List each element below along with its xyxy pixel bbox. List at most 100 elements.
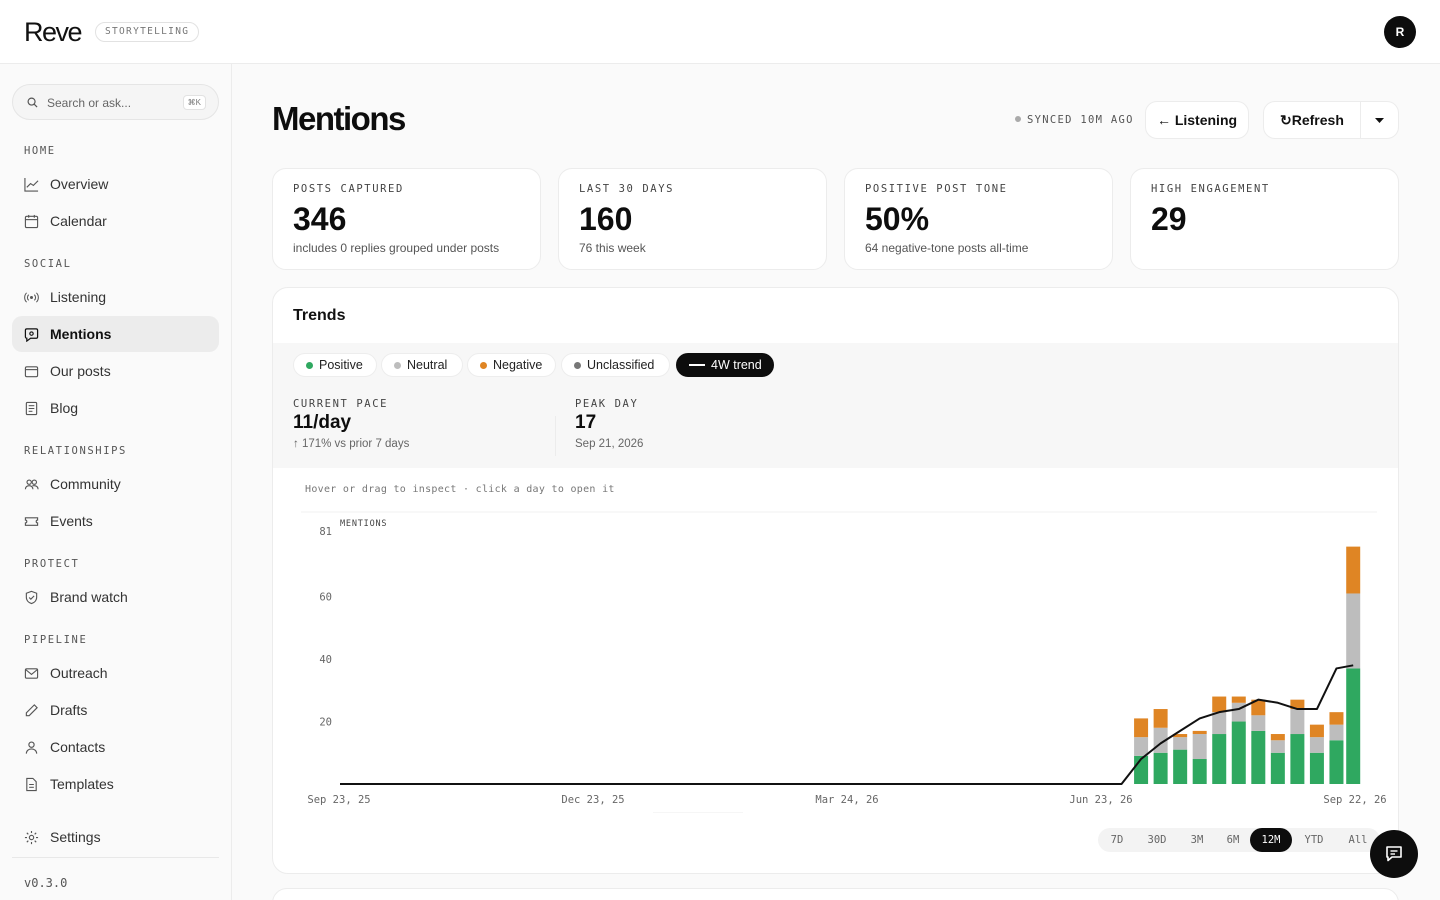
filter-positive[interactable]: Positive — [293, 353, 377, 377]
app-logo[interactable]: Reve — [24, 17, 83, 48]
range-3m[interactable]: 3M — [1178, 828, 1216, 852]
trends-panel: Trends Positive Neutral Negative Unclass… — [272, 287, 1399, 874]
stat-card-positive-tone[interactable]: POSITIVE POST TONE 50% 64 negative-tone … — [844, 168, 1113, 270]
stat-card-high-engagement[interactable]: HIGH ENGAGEMENT 29 — [1130, 168, 1399, 270]
bar-segment-neutral — [1251, 715, 1266, 731]
bar-segment-negative — [1153, 709, 1168, 728]
positive-dot — [306, 362, 313, 369]
mentions-chart[interactable]: MENTIONS 20 40 60 81 Sep 23, 25 Dec 23, 25 Mar … — [273, 498, 1399, 813]
sidebar-item-label: Contacts — [50, 739, 106, 755]
stat-card-posts-captured[interactable]: POSTS CAPTURED 346 includes 0 replies gr… — [272, 168, 541, 270]
sidebar-item-listening[interactable]: Listening — [12, 279, 219, 315]
section-pipeline: PIPELINE — [24, 634, 88, 646]
chart-line-icon — [24, 177, 39, 192]
bar-segment-neutral — [1270, 740, 1285, 753]
stat-card-last-30-days[interactable]: LAST 30 DAYS 160 76 this week — [558, 168, 827, 270]
sidebar-item-calendar[interactable]: Calendar — [12, 203, 219, 239]
negative-dot — [480, 362, 487, 369]
search-placeholder: Search or ask... — [47, 96, 132, 110]
peak-day-date: Sep 21, 2026 — [575, 438, 644, 450]
sidebar-item-settings[interactable]: Settings — [12, 819, 219, 855]
bar-segment-positive — [1270, 752, 1285, 784]
filter-4w-trend[interactable]: 4W trend — [676, 353, 774, 377]
folder-icon — [24, 366, 39, 378]
avatar[interactable]: R — [1384, 16, 1416, 48]
y-tick-label: 60 — [319, 592, 332, 604]
sidebar-item-contacts[interactable]: Contacts — [12, 729, 219, 765]
sidebar-item-drafts[interactable]: Drafts — [12, 692, 219, 728]
bar-segment-negative — [1329, 712, 1344, 725]
sync-dot — [1015, 116, 1021, 122]
listening-button[interactable]: ← Listening — [1145, 101, 1249, 139]
broadcast-icon — [24, 292, 39, 303]
peak-day-label: PEAK DAY — [575, 398, 639, 410]
calendar-icon — [24, 214, 39, 229]
filter-negative[interactable]: Negative — [467, 353, 556, 377]
y-tick-label: 81 — [319, 526, 332, 538]
range-12m[interactable]: 12M — [1250, 828, 1292, 852]
search-shortcut: ⌘K — [182, 95, 206, 110]
bar-segment-positive — [1346, 668, 1361, 784]
filter-label: Negative — [493, 358, 543, 372]
filter-label: Unclassified — [587, 358, 655, 372]
sidebar-item-mentions[interactable]: Mentions — [12, 316, 219, 352]
bar-segment-positive — [1173, 749, 1188, 784]
range-ytd[interactable]: YTD — [1292, 828, 1336, 852]
filter-neutral[interactable]: Neutral — [381, 353, 463, 377]
sidebar-item-label: Drafts — [50, 702, 88, 718]
sync-status: SYNCED 10M AGO — [1015, 114, 1134, 126]
ticket-icon — [24, 517, 39, 526]
range-30d[interactable]: 30D — [1136, 828, 1178, 852]
sidebar-item-label: Listening — [50, 289, 107, 305]
sidebar-item-our-posts[interactable]: Our posts — [12, 353, 219, 389]
current-pace-label: CURRENT PACE — [293, 398, 389, 410]
chart-hint: Hover or drag to inspect · click a day t… — [305, 484, 615, 495]
sidebar-item-label: Overview — [50, 176, 109, 192]
bar-segment-positive — [1309, 752, 1324, 784]
bar-segment-positive — [1192, 759, 1207, 784]
arrow-left-icon: ← — [1156, 112, 1171, 128]
sidebar-item-outreach[interactable]: Outreach — [12, 655, 219, 691]
stat-value: 29 — [1151, 201, 1187, 237]
sidebar: Search or ask... ⌘K HOME Overview Calend… — [0, 64, 232, 900]
refresh-options-dropdown[interactable] — [1360, 101, 1399, 139]
bar-segment-positive — [1153, 752, 1168, 784]
bar-segment-negative — [1212, 696, 1227, 713]
top-bar: Reve STORYTELLING R — [0, 0, 1440, 64]
filter-unclassified[interactable]: Unclassified — [561, 353, 670, 377]
user-icon — [25, 741, 38, 754]
sidebar-item-templates[interactable]: Templates — [12, 766, 219, 802]
bar-segment-neutral — [1290, 709, 1305, 735]
file-text-icon — [26, 777, 37, 792]
stat-subtext: 64 negative-tone posts all-time — [865, 241, 1029, 255]
sidebar-item-blog[interactable]: Blog — [12, 390, 219, 426]
listening-button-label: Listening — [1174, 112, 1238, 128]
filter-label: 4W trend — [711, 358, 762, 372]
bar-segment-neutral — [1134, 737, 1149, 756]
y-tick-label: 20 — [319, 717, 332, 729]
bar-segment-negative — [1134, 718, 1149, 738]
stat-label: HIGH ENGAGEMENT — [1151, 183, 1270, 195]
chat-button[interactable] — [1370, 830, 1418, 878]
range-6m[interactable]: 6M — [1216, 828, 1250, 852]
stat-subtext: includes 0 replies grouped under posts — [293, 241, 500, 255]
sidebar-item-label: Our posts — [50, 363, 111, 379]
trends-title: Trends — [293, 307, 346, 324]
bar-segment-neutral — [1192, 734, 1207, 760]
bar-segment-negative — [1192, 730, 1207, 735]
stats-divider — [555, 416, 556, 456]
sidebar-item-label: Outreach — [50, 665, 108, 681]
sidebar-item-brand-watch[interactable]: Brand watch — [12, 579, 219, 615]
current-pace-value: 11/day — [293, 412, 352, 433]
app-version: v0.3.0 — [24, 876, 68, 890]
sidebar-item-label: Brand watch — [50, 589, 128, 605]
sidebar-item-label: Templates — [50, 776, 114, 792]
sidebar-item-events[interactable]: Events — [12, 503, 219, 539]
trend-line-icon — [689, 364, 705, 366]
sidebar-item-community[interactable]: Community — [12, 466, 219, 502]
bar-segment-negative — [1309, 724, 1324, 738]
range-7d[interactable]: 7D — [1098, 828, 1136, 852]
users-icon — [24, 479, 39, 490]
sidebar-item-overview[interactable]: Overview — [12, 166, 219, 202]
search-input[interactable]: Search or ask... ⌘K — [12, 84, 219, 120]
